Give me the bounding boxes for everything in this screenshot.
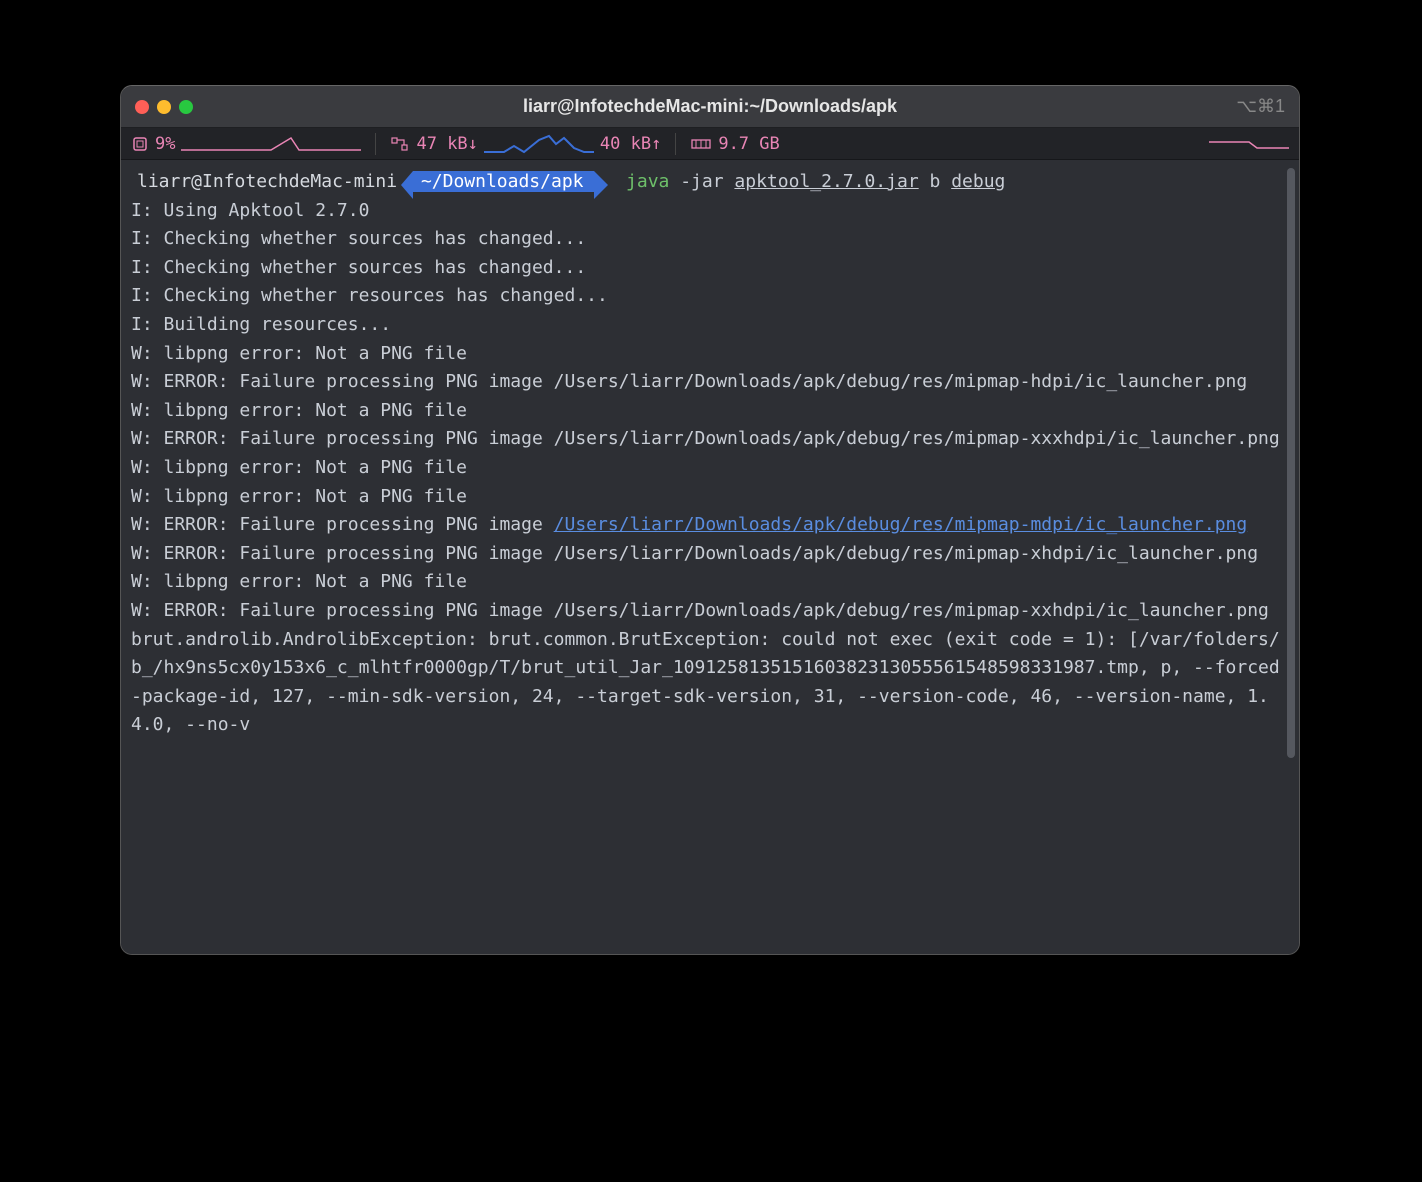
ram-icon [690,134,712,154]
cpu-icon [131,134,149,154]
output-line: W: ERROR: Failure processing PNG image /… [131,371,1247,392]
window-shortcut-hint: ⌥⌘1 [1236,96,1285,117]
output-line: I: Checking whether sources has changed.… [131,257,586,278]
output-line: W: ERROR: Failure processing PNG image /… [131,600,1269,621]
terminal-output[interactable]: liarr@InfotechdeMac-mini ~/Downloads/apk… [121,160,1299,954]
output-line: brut.androlib.AndrolibException: brut.co… [131,629,1280,736]
cmd-b: b [930,171,941,192]
cmd-target: debug [951,171,1005,192]
output-line: I: Building resources... [131,314,391,335]
output-line: I: Using Apktool 2.7.0 [131,200,369,221]
ram-value: 9.7 GB [718,134,779,154]
scrollbar-thumb[interactable] [1287,168,1295,758]
prompt-path: ~/Downloads/apk [413,171,594,192]
output-line: W: libpng error: Not a PNG file [131,486,467,507]
output-line: W: ERROR: Failure processing PNG image /… [131,428,1280,449]
output-line: I: Checking whether sources has changed.… [131,228,586,249]
cpu-percent: 9% [155,134,175,154]
output-line: I: Checking whether resources has change… [131,285,608,306]
maximize-window-button[interactable] [179,100,193,114]
net-down-spark [484,134,594,154]
cpu-spark [181,134,361,154]
output-line: W: ERROR: Failure processing PNG image /… [131,543,1258,564]
output-line: W: libpng error: Not a PNG file [131,343,467,364]
net-up: 40 kB↑ [600,134,661,154]
net-icon [390,134,410,154]
close-window-button[interactable] [135,100,149,114]
cmd-jar: apktool_2.7.0.jar [734,171,918,192]
prompt-user-host: liarr@InfotechdeMac-mini [131,171,403,192]
cmd-java: java [626,171,669,192]
output-line: W: libpng error: Not a PNG file [131,571,467,592]
output-line: W: ERROR: Failure processing PNG image [131,514,554,535]
titlebar: liarr@InfotechdeMac-mini:~/Downloads/apk… [121,86,1299,128]
output-path-link[interactable]: /Users/liarr/Downloads/apk/debug/res/mip… [554,514,1248,535]
terminal-window: liarr@InfotechdeMac-mini:~/Downloads/apk… [120,85,1300,955]
traffic-lights [135,100,193,114]
minimize-window-button[interactable] [157,100,171,114]
cmd-flag: -jar [680,171,723,192]
window-title: liarr@InfotechdeMac-mini:~/Downloads/apk [121,96,1299,117]
output-line: W: libpng error: Not a PNG file [131,457,467,478]
status-bar: 9% 47 kB↓ 40 kB↑ 9.7 GB [121,128,1299,160]
ram-spark [1209,134,1289,154]
output-line: W: libpng error: Not a PNG file [131,400,467,421]
net-down: 47 kB↓ [416,134,477,154]
